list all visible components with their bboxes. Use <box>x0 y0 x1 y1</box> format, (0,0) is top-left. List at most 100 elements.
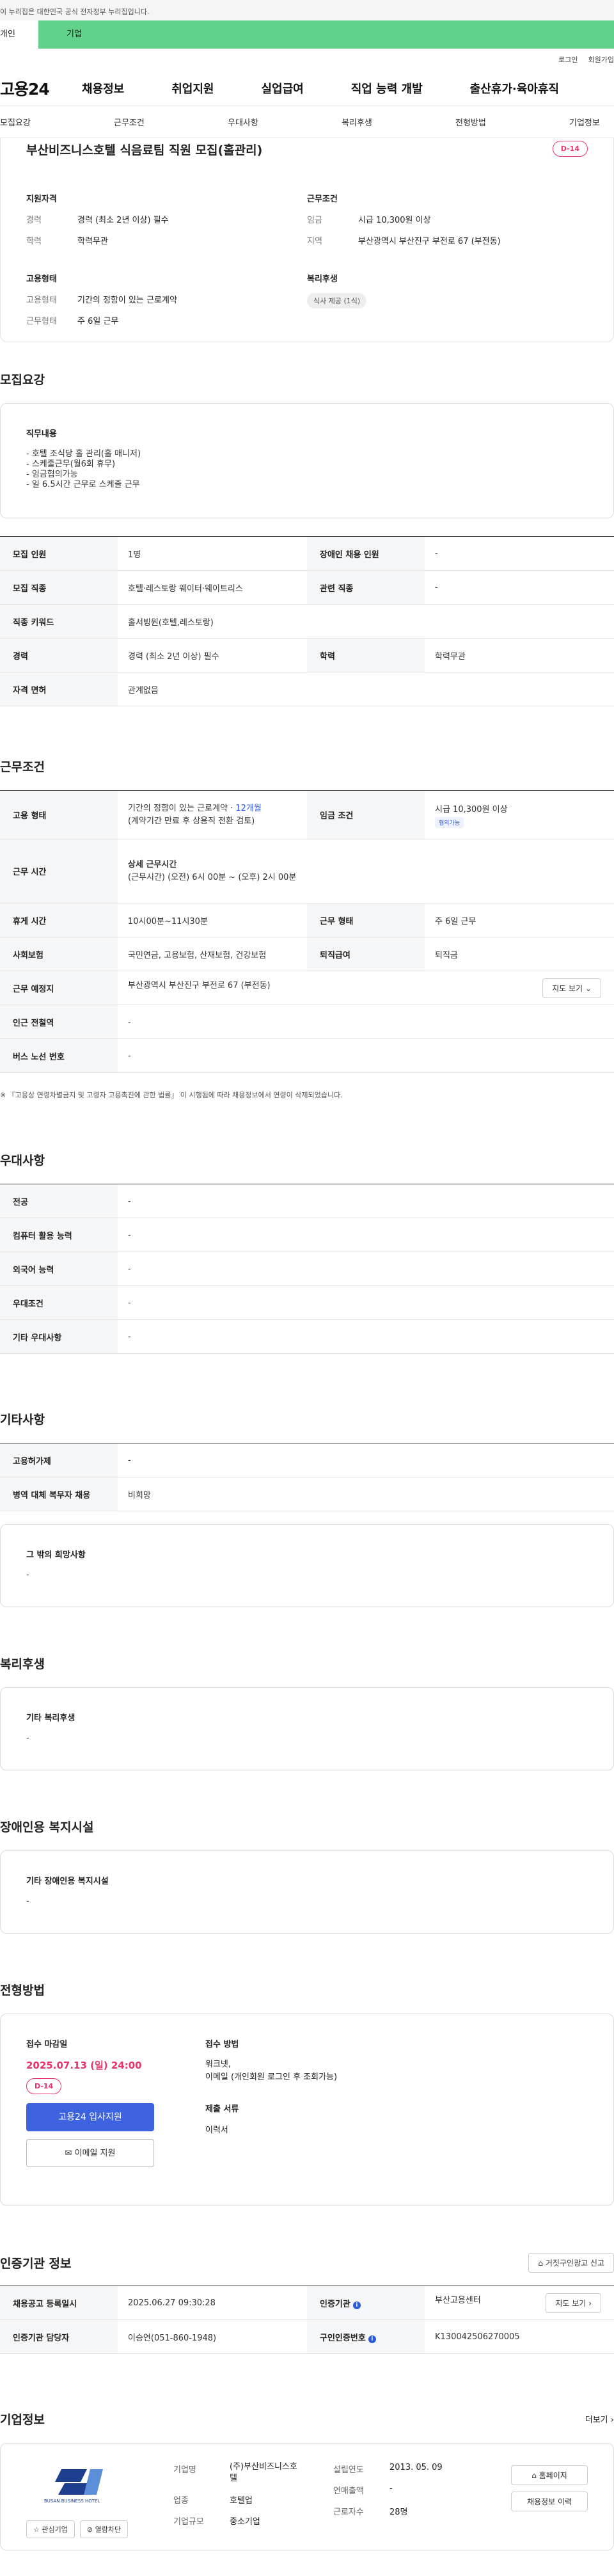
gnb-unemployment[interactable]: 실업급여 <box>262 80 304 97</box>
gnb-employment-support[interactable]: 취업지원 <box>171 80 214 97</box>
num-label: 구인인증번호 <box>320 2333 366 2343</box>
row-label: 버스 노선 번호 <box>0 1038 118 1073</box>
row-value: - <box>118 1005 614 1039</box>
apply-box: 접수 마감일 2025.07.13 (일) 24:00 D-14 고용24 입사… <box>0 2014 614 2206</box>
email-apply-button[interactable]: ✉ 이메일 지원 <box>26 2139 154 2167</box>
etc-box-title: 그 밖의 희망사항 <box>26 1550 86 1560</box>
favorite-button[interactable]: ☆ 관심기업 <box>26 2520 75 2538</box>
row-value: 이승연(051-860-1948) <box>118 2319 307 2354</box>
cert-table: 채용공고 등록일시 2025.06.27 09:30:28 인증기관 i 부산고용… <box>0 2286 614 2354</box>
duty-title: 직무내용 <box>26 429 57 439</box>
co-founded-value: 2013. 05. 09 <box>390 2463 443 2472</box>
site-logo[interactable]: 고용24 <box>0 77 82 100</box>
disabled-box-value: - <box>26 1896 29 1906</box>
org-map-label: 지도 보기 <box>555 2298 586 2308</box>
gnb-parental-leave[interactable]: 출산휴가·육아휴직 <box>470 80 559 97</box>
wage-value: 시급 10,300원 이상 <box>435 804 508 815</box>
row-value: 관계없음 <box>118 672 614 706</box>
disabled-box-title: 기타 장애인용 복지시설 <box>26 1877 109 1886</box>
tab-company[interactable]: 기업 <box>38 20 614 49</box>
co-sales-label: 연매출액 <box>333 2486 364 2496</box>
tab-company[interactable]: 기업정보 <box>569 116 600 128</box>
row-value: - <box>118 1184 614 1218</box>
gnb-training[interactable]: 직업 능력 개발 <box>351 80 423 97</box>
co-founded-label: 설립연도 <box>333 2465 364 2475</box>
row-value: 호텔·레스토랑 웨이터·웨이트리스 <box>118 570 307 605</box>
row-label: 임금 조건 <box>307 790 425 839</box>
duty-line: - 스케줄근무(월6회 휴무) <box>26 459 116 469</box>
row-label: 모집 직종 <box>0 570 118 605</box>
org-map-button[interactable]: 지도 보기 › <box>546 2293 601 2313</box>
edu-value: 학력무관 <box>77 237 108 246</box>
table-row: 경력 경력 (최소 2년 이상) 필수 학력 학력무관 <box>0 638 614 672</box>
more-label: 더보기 <box>585 2415 608 2425</box>
history-button[interactable]: 채용정보 이력 <box>511 2492 588 2511</box>
tab-pref[interactable]: 우대사항 <box>228 116 342 128</box>
table-row: 버스 노선 번호 - <box>0 1038 614 1073</box>
welfare-heading: 복리후생 <box>307 274 338 284</box>
table-row: 근무 시간 상세 근무시간 (근무시간) (오전) 6시 00분 ~ (오후) … <box>0 839 614 903</box>
tab-work[interactable]: 근무조건 <box>114 116 228 128</box>
deadline-label: 접수 마감일 <box>26 2040 68 2049</box>
row-value: 홀서빙원(호텔,레스토랑) <box>118 604 614 639</box>
homepage-button[interactable]: ⌂ 홈페이지 <box>511 2465 588 2485</box>
info-icon[interactable]: i <box>368 2335 376 2343</box>
pref-table: 전공 - 컴퓨터 활용 능력 - 외국어 능력 - 우대조건 - 기타 우대사항 - <box>0 1184 614 1354</box>
emptype-label: 고용형태 <box>26 296 57 305</box>
table-row: 근무 예정지 부산광역시 부산진구 부전로 67 (부전동) 지도 보기 ⌄ <box>0 971 614 1005</box>
duty-line: - 임금협의가능 <box>26 470 78 479</box>
row-label: 병역 대체 복무자 채용 <box>0 1477 118 1511</box>
apply-button[interactable]: 고용24 입사지원 <box>26 2103 154 2131</box>
disabled-heading: 장애인용 복지시설 <box>0 1820 94 1834</box>
recruit-table: 모집 인원 1명 장애인 채용 인원 - 모집 직종 호텔·레스토랑 웨이터·웨… <box>0 536 614 706</box>
report-ad-button[interactable]: ⌂ 거짓구인광고 신고 <box>528 2253 614 2273</box>
row-value: 국민연금, 고용보험, 산재보험, 건강보험 <box>118 937 307 971</box>
org-label: 인증기관 <box>320 2299 350 2309</box>
cert-heading: 인증기관 정보 <box>0 2257 72 2271</box>
table-row: 채용공고 등록일시 2025.06.27 09:30:28 인증기관 i 부산고용… <box>0 2286 614 2320</box>
login-link[interactable]: 로그인 <box>558 54 578 65</box>
signup-link[interactable]: 회원가입 <box>588 54 614 65</box>
gnb-jobs[interactable]: 채용정보 <box>82 80 124 97</box>
org-value: 부산고용센터 <box>435 2295 481 2305</box>
map-button[interactable]: 지도 보기 ⌄ <box>542 978 601 998</box>
time-title: 상세 근무시간 <box>128 859 177 870</box>
row-value: K130042506270005 <box>425 2319 614 2354</box>
table-row: 우대조건 - <box>0 1285 614 1320</box>
tab-welfare[interactable]: 복리후생 <box>342 116 455 128</box>
table-row: 고용허가제 - <box>0 1443 614 1477</box>
wage-value: 시급 10,300원 이상 <box>358 216 431 225</box>
contract-months-link[interactable]: 12개월 <box>235 804 261 813</box>
apply-dday-badge: D-14 <box>26 2078 62 2094</box>
duty-line: - 호텔 조식당 홀 관리(홀 매니저) <box>26 449 141 459</box>
block-icon: ⊘ <box>86 2525 93 2534</box>
row-value: - <box>118 1319 614 1354</box>
report-ad-label: 거짓구인광고 신고 <box>545 2259 604 2268</box>
co-sales-value: - <box>390 2484 393 2493</box>
table-row: 병역 대체 복무자 채용 비희망 <box>0 1477 614 1511</box>
tab-personal[interactable]: 개인 <box>0 20 38 49</box>
table-row: 컴퓨터 활용 능력 - <box>0 1218 614 1252</box>
wage-label: 임금 <box>307 216 322 225</box>
company-logo-mark <box>55 2469 103 2495</box>
apply-heading: 전형방법 <box>0 1984 45 1998</box>
method-label: 접수 방법 <box>205 2040 239 2049</box>
dday-badge: D-14 <box>552 141 588 157</box>
more-link[interactable]: 더보기 › <box>585 2413 614 2425</box>
disabled-box: 기타 장애인용 복지시설 - <box>0 1850 614 1934</box>
tab-recruit[interactable]: 모집요강 <box>0 116 114 128</box>
row-value: - <box>118 1218 614 1252</box>
row-label: 인증기관 담당자 <box>0 2319 118 2354</box>
row-label: 구인인증번호 i <box>307 2319 425 2354</box>
row-label: 고용허가제 <box>0 1443 118 1477</box>
homepage-label: 홈페이지 <box>539 2471 567 2480</box>
chevron-right-icon: › <box>610 2415 614 2425</box>
info-icon[interactable]: i <box>352 2301 361 2309</box>
row-label: 전공 <box>0 1184 118 1218</box>
table-row: 전공 - <box>0 1184 614 1218</box>
row-label: 모집 인원 <box>0 536 118 571</box>
area-label: 지역 <box>307 237 322 246</box>
block-button[interactable]: ⊘ 열람차단 <box>79 2520 129 2538</box>
row-value: 부산광역시 부산진구 부전로 67 (부전동) 지도 보기 ⌄ <box>118 971 614 1005</box>
tab-apply[interactable]: 전형방법 <box>455 116 569 128</box>
